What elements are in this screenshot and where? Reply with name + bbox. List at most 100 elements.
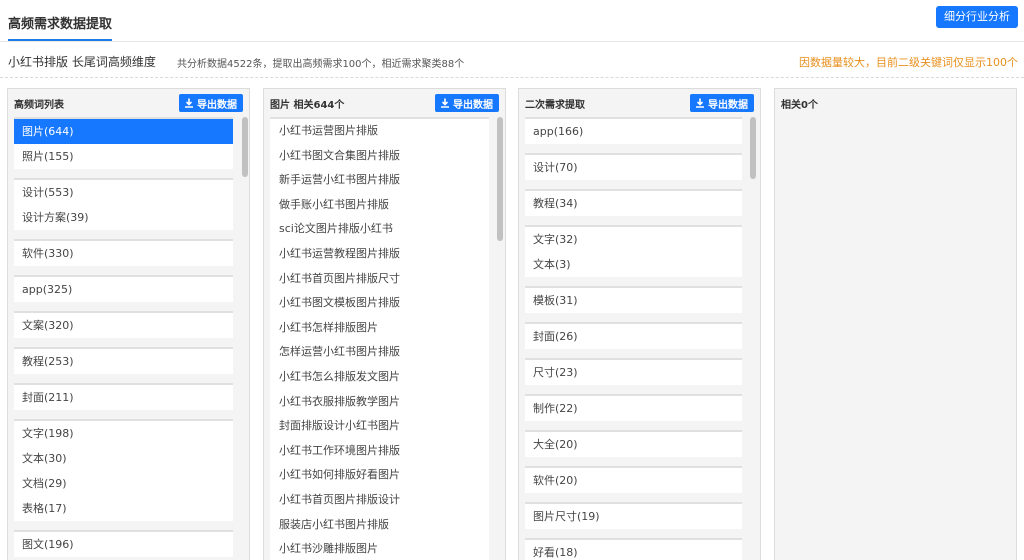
keyword-item[interactable]: 设计方案(39) — [14, 205, 233, 230]
keyword-group: 封面(26) — [525, 322, 742, 349]
keyword-item[interactable]: 大全(20) — [525, 432, 742, 457]
keyword-item[interactable]: 照片(155) — [14, 144, 233, 169]
related-keywords-panel: 图片 相关644个 导出数据 小红书运营图片排版 小红书图文合集图片排版 新手运营小… — [263, 88, 506, 560]
export-button[interactable]: 导出数据 — [179, 94, 243, 112]
export-button[interactable]: 导出数据 — [690, 94, 754, 112]
keyword-item[interactable]: 文本(3) — [525, 252, 742, 277]
scrollbar[interactable] — [496, 117, 504, 560]
related-keyword-item[interactable]: 小红书图文合集图片排版 — [270, 144, 489, 169]
subheader: 小红书排版 长尾词高频维度 共分析数据4522条，提取出高频需求100个，相近需… — [0, 42, 1024, 78]
export-label: 导出数据 — [197, 99, 237, 111]
keyword-item[interactable]: 教程(34) — [525, 191, 742, 216]
keyword-group: 设计(70) — [525, 153, 742, 180]
export-button[interactable]: 导出数据 — [435, 94, 499, 112]
keyword-item[interactable]: 表格(17) — [14, 496, 233, 521]
keyword-item[interactable]: 图文(196) — [14, 532, 233, 557]
related-keyword-item[interactable]: 新手运营小红书图片排版 — [270, 168, 489, 193]
keyword-item[interactable]: 封面(26) — [525, 324, 742, 349]
analysis-stats: 共分析数据4522条，提取出高频需求100个，相近需求聚类88个 — [177, 59, 465, 70]
keyword-group: 封面(211) — [14, 383, 233, 410]
keyword-group: 文字(198) 文本(30) 文档(29) 表格(17) — [14, 419, 233, 521]
related-keyword-item[interactable]: 小红书图文模板图片排版 — [270, 291, 489, 316]
keyword-item[interactable]: 封面(211) — [14, 385, 233, 410]
keyword-group: 软件(20) — [525, 466, 742, 493]
keyword-item[interactable]: 文字(198) — [14, 421, 233, 446]
keyword-item[interactable]: 教程(253) — [14, 349, 233, 374]
keyword-group: 教程(34) — [525, 189, 742, 216]
keyword-group: app(325) — [14, 275, 233, 302]
keyword-item[interactable]: 文案(320) — [14, 313, 233, 338]
related-keyword-item[interactable]: 小红书怎么排版发文图片 — [270, 365, 489, 390]
keyword-group: 图片尺寸(19) — [525, 502, 742, 529]
keyword-group: 文案(320) — [14, 311, 233, 338]
keyword-item[interactable]: 设计(70) — [525, 155, 742, 180]
keyword-group: 大全(20) — [525, 430, 742, 457]
scrollbar[interactable] — [241, 117, 249, 560]
keyword-item[interactable]: 制作(22) — [525, 396, 742, 421]
related-keyword-list-body: 小红书运营图片排版 小红书图文合集图片排版 新手运营小红书图片排版 做手账小红书图片排… — [270, 117, 489, 560]
keyword-item[interactable]: 文字(32) — [525, 227, 742, 252]
panel-title: 高频词列表 — [14, 100, 64, 111]
data-notice: 因数据量较大，目前二级关键词仅显示100个 — [799, 56, 1018, 69]
related-keyword-item[interactable]: 小红书首页图片排版设计 — [270, 488, 489, 513]
scrollbar-thumb[interactable] — [750, 117, 756, 179]
panel-head: 图片 相关644个 导出数据 — [264, 89, 505, 117]
download-icon — [696, 98, 704, 108]
keyword-group: 设计(553) 设计方案(39) — [14, 178, 233, 230]
scrollbar-thumb[interactable] — [497, 117, 503, 241]
related-keyword-item[interactable]: 小红书工作环境图片排版 — [270, 439, 489, 464]
keyword-group: 制作(22) — [525, 394, 742, 421]
keyword-item[interactable]: 尺寸(23) — [525, 360, 742, 385]
related-keyword-item[interactable]: 做手账小红书图片排版 — [270, 193, 489, 218]
keyword-item[interactable]: 软件(330) — [14, 241, 233, 266]
panel-title: 图片 相关644个 — [270, 100, 345, 111]
keyword-group: 好看(18) — [525, 538, 742, 560]
keyword-group: 软件(330) — [14, 239, 233, 266]
header: 高频需求数据提取 细分行业分析 — [0, 0, 1024, 42]
related-keyword-item[interactable]: 怎样运营小红书图片排版 — [270, 340, 489, 365]
related-keyword-item[interactable]: 小红书如何排版好看图片 — [270, 463, 489, 488]
industry-analysis-button[interactable]: 细分行业分析 — [936, 6, 1018, 28]
keyword-item[interactable]: 图片尺寸(19) — [525, 504, 742, 529]
keyword-item[interactable]: 图片(644) — [14, 119, 233, 144]
title-underline — [8, 39, 112, 41]
keyword-item[interactable]: 设计(553) — [14, 180, 233, 205]
panel-title: 相关0个 — [781, 100, 818, 111]
secondary-demand-list: app(166) 设计(70) 教程(34) 文字(32) 文本(3) 模板(31) 封面(… — [525, 117, 742, 560]
scrollbar[interactable] — [749, 117, 757, 560]
scrollbar-thumb[interactable] — [242, 117, 248, 177]
related-keyword-item[interactable]: 小红书沙雕排版图片 — [270, 537, 489, 560]
related-keyword-item[interactable]: 小红书首页图片排版尺寸 — [270, 267, 489, 292]
keyword-item[interactable]: 文本(30) — [14, 446, 233, 471]
keyword-group: 模板(31) — [525, 286, 742, 313]
secondary-demand-panel: 二次需求提取 导出数据 app(166) 设计(70) 教程(34) 文字(32) 文本… — [518, 88, 761, 560]
keyword-item[interactable]: 模板(31) — [525, 288, 742, 313]
download-icon — [185, 98, 193, 108]
related-keyword-item[interactable]: sci论文图片排版小红书 — [270, 217, 489, 242]
panel-head: 高频词列表 导出数据 — [8, 89, 249, 117]
related-keyword-item[interactable]: 封面排版设计小红书图片 — [270, 414, 489, 439]
keyword-group: 文字(32) 文本(3) — [525, 225, 742, 277]
panel-head: 二次需求提取 导出数据 — [519, 89, 760, 117]
download-icon — [441, 98, 449, 108]
related-keyword-item[interactable]: 服装店小红书图片排版 — [270, 513, 489, 538]
high-frequency-list: 图片(644) 照片(155) 设计(553) 设计方案(39) 软件(330) app(… — [14, 117, 233, 560]
related-keywords-list: 小红书运营图片排版 小红书图文合集图片排版 新手运营小红书图片排版 做手账小红书图片排… — [270, 117, 489, 560]
page-title: 高频需求数据提取 — [8, 17, 113, 32]
keyword-item[interactable]: 软件(20) — [525, 468, 742, 493]
keyword-item[interactable]: app(166) — [525, 119, 742, 144]
panel-head: 相关0个 — [775, 89, 1016, 117]
keyword-item[interactable]: 文档(29) — [14, 471, 233, 496]
related-keyword-item[interactable]: 小红书运营图片排版 — [270, 119, 489, 144]
keyword-group: app(166) — [525, 117, 742, 144]
related-keyword-item[interactable]: 小红书怎样排版图片 — [270, 316, 489, 341]
keyword-group: 图片(644) 照片(155) — [14, 117, 233, 169]
keyword-group: 尺寸(23) — [525, 358, 742, 385]
export-label: 导出数据 — [453, 99, 493, 111]
related-keyword-item[interactable]: 小红书衣服排版教学图片 — [270, 390, 489, 415]
related-keyword-item[interactable]: 小红书运营教程图片排版 — [270, 242, 489, 267]
keyword-item[interactable]: app(325) — [14, 277, 233, 302]
keyword-item[interactable]: 好看(18) — [525, 540, 742, 560]
keyword-title: 小红书排版 长尾词高频维度 — [8, 55, 156, 69]
export-label: 导出数据 — [708, 99, 748, 111]
